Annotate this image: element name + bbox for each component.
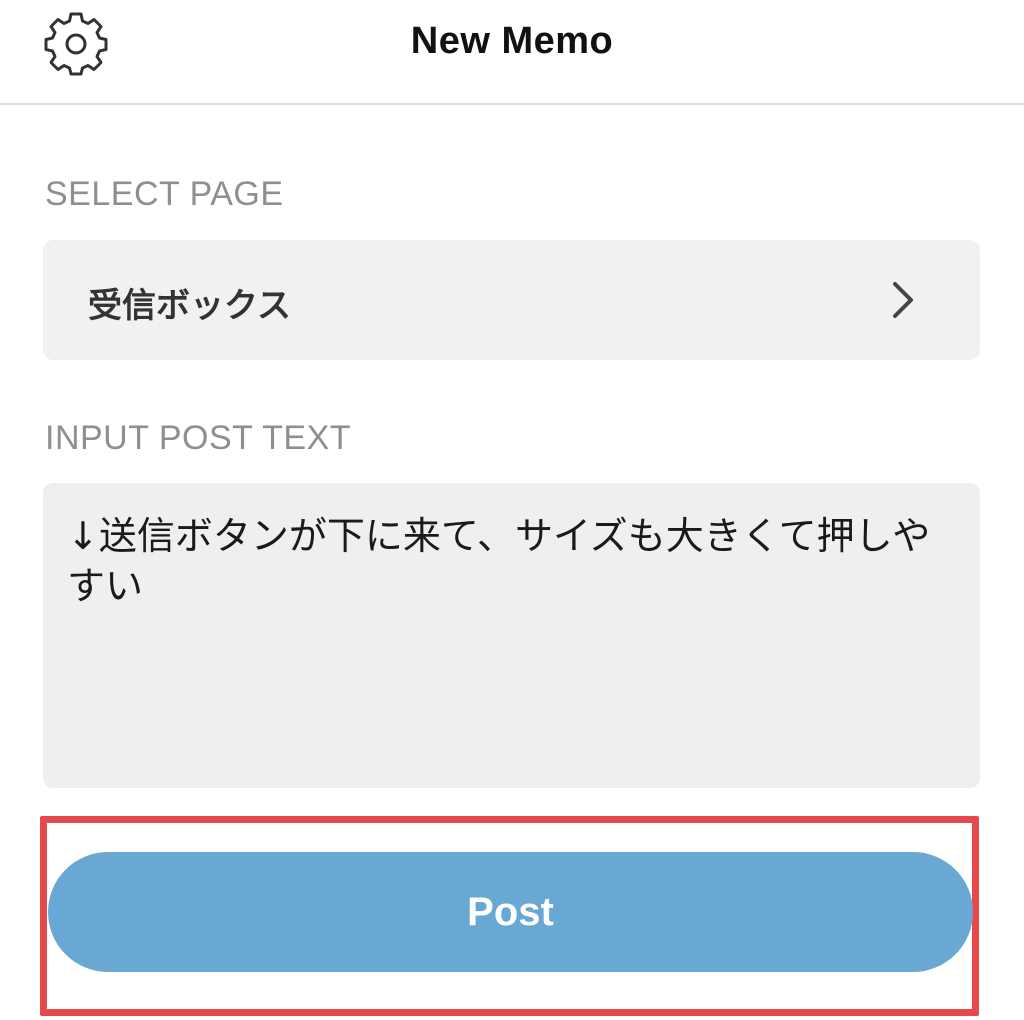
input-post-text-label: INPUT POST TEXT [45, 419, 352, 457]
selected-page-value: 受信ボックス [88, 286, 291, 326]
select-page-label: SELECT PAGE [45, 175, 284, 213]
header-bar: New Memo [0, 0, 1024, 105]
post-button-label: Post [467, 889, 554, 934]
post-button[interactable]: Post [48, 852, 973, 972]
post-text-input[interactable]: ↓送信ボタンが下に来て、サイズも大きくて押しやすい [43, 483, 980, 788]
page-select-field[interactable]: 受信ボックス [43, 240, 980, 360]
chevron-right-icon [888, 280, 918, 320]
page-title: New Memo [410, 20, 614, 62]
